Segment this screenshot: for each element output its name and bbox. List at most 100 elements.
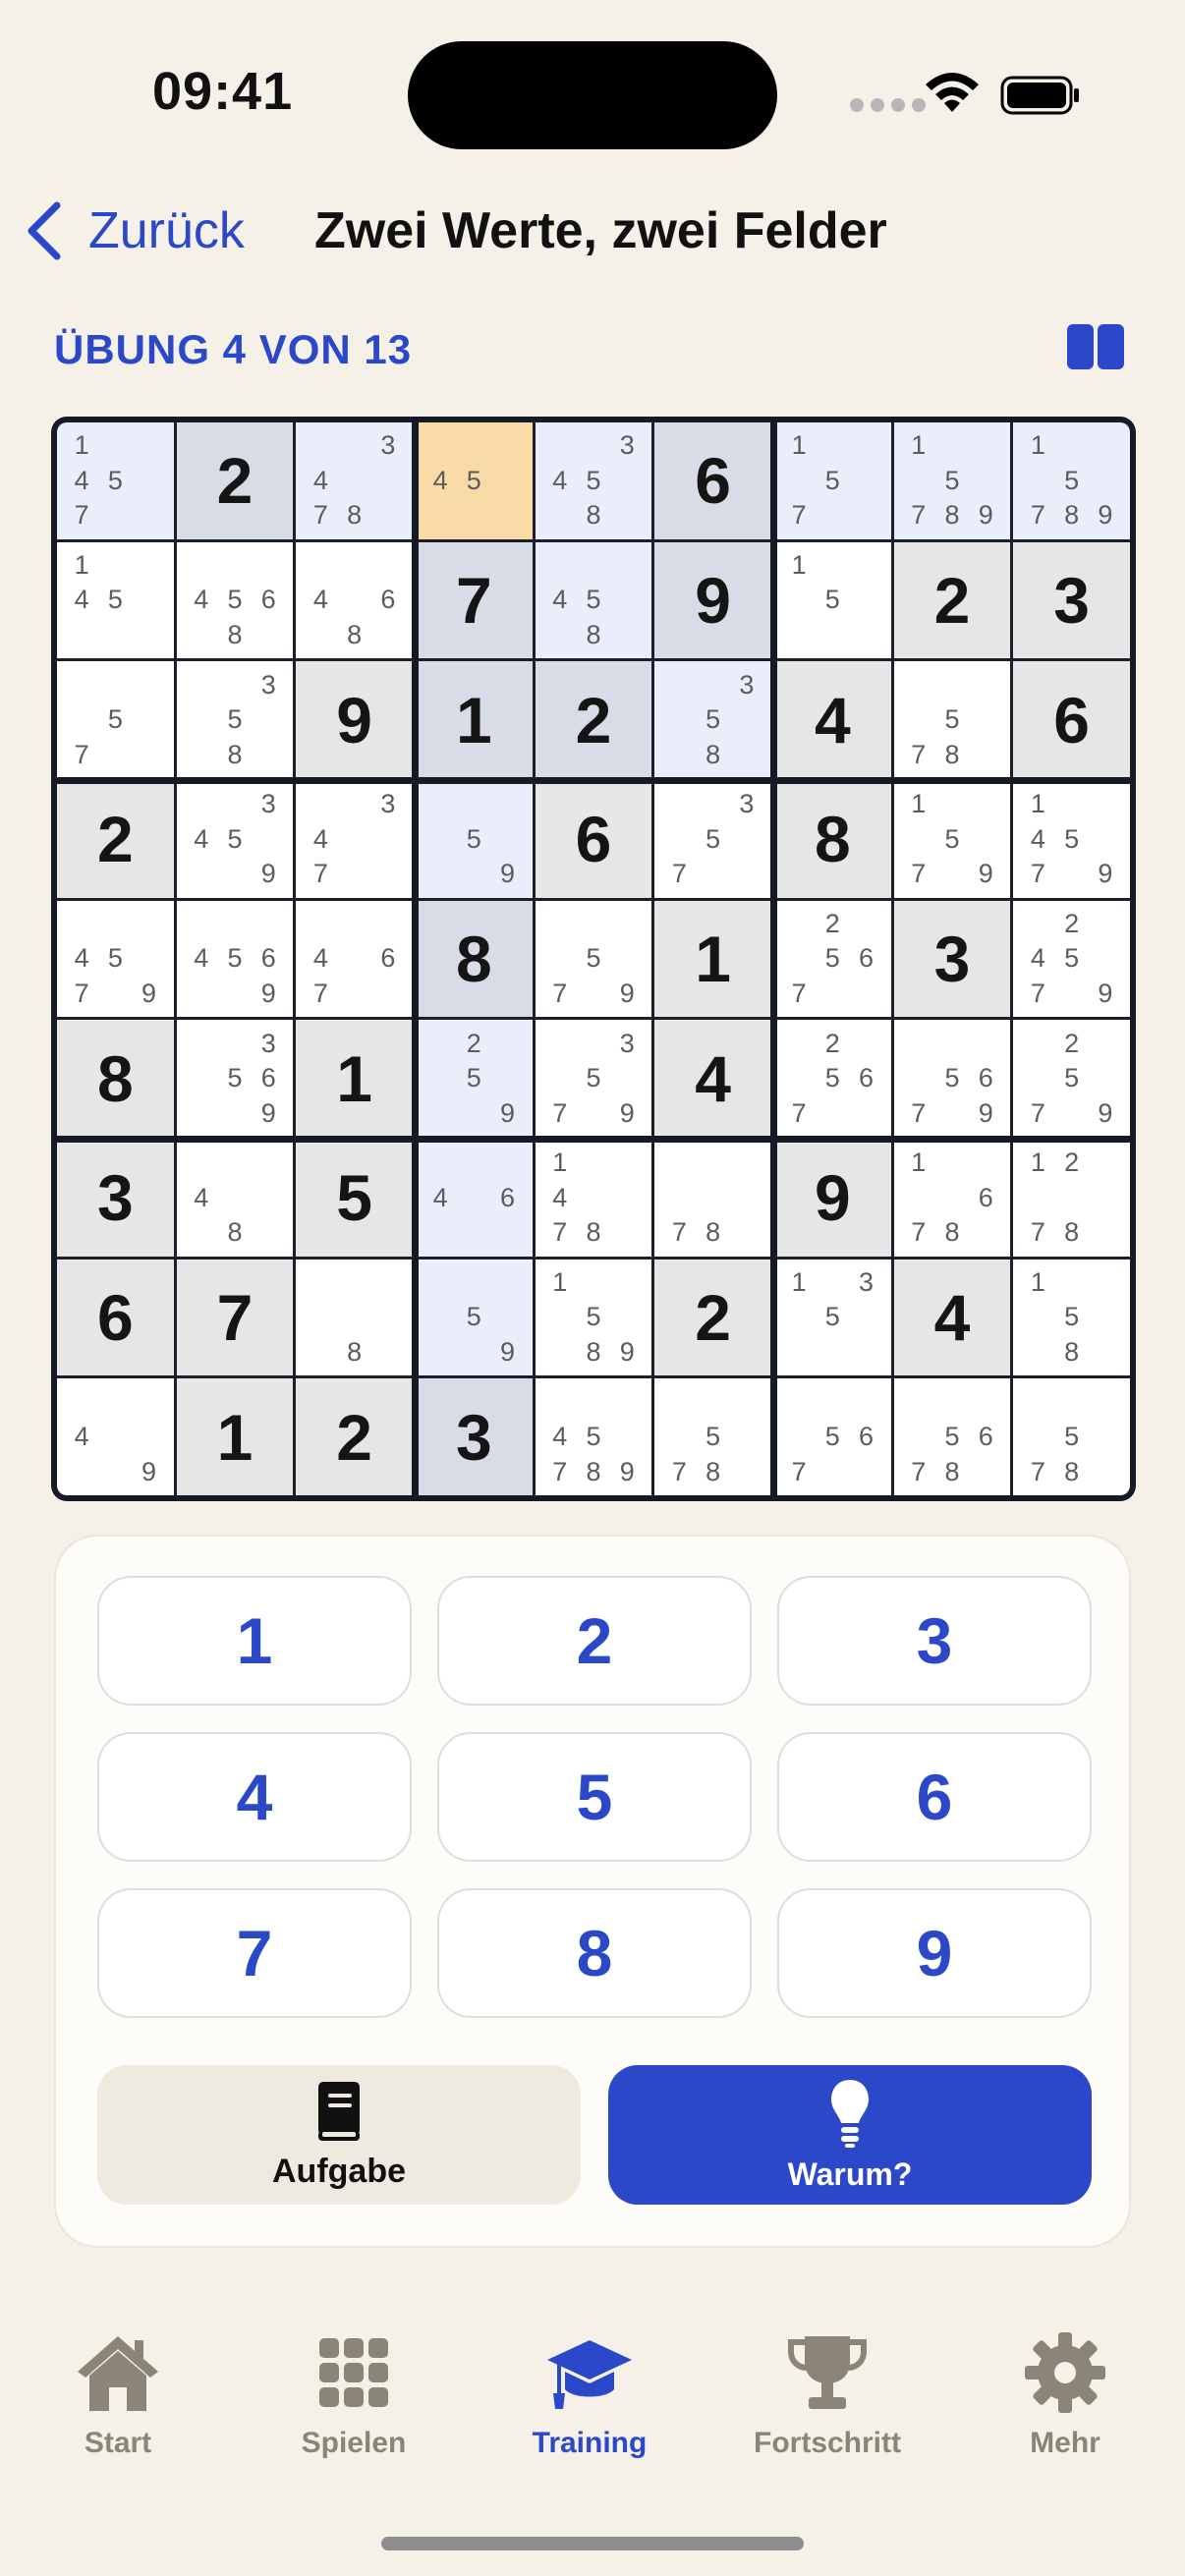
sudoku-cell-r4c7[interactable]: 8 — [773, 780, 891, 898]
sudoku-cell-r3c4[interactable]: 1 — [415, 661, 533, 778]
sudoku-cell-r7c2[interactable]: 48 — [176, 1139, 294, 1257]
sudoku-cell-r7c7[interactable]: 9 — [773, 1139, 891, 1257]
sudoku-cell-r2c6[interactable]: 9 — [654, 541, 771, 659]
digit-key-1[interactable]: 1 — [97, 1576, 412, 1706]
sudoku-cell-r1c4[interactable]: 45 — [415, 422, 533, 539]
sudoku-cell-r5c6[interactable]: 1 — [654, 900, 771, 1018]
sudoku-cell-r6c8[interactable]: 56 7 9 — [893, 1020, 1011, 1137]
sudoku-cell-r7c8[interactable]: 1678 — [893, 1139, 1011, 1257]
sudoku-cell-r3c1[interactable]: 57 — [57, 661, 174, 778]
sudoku-cell-r4c9[interactable]: 1 457 9 — [1013, 780, 1130, 898]
sudoku-cell-r1c8[interactable]: 15789 — [893, 422, 1011, 539]
sudoku-cell-r5c4[interactable]: 8 — [415, 900, 533, 1018]
sudoku-cell-r1c7[interactable]: 157 — [773, 422, 891, 539]
sudoku-cell-r1c2[interactable]: 2 — [176, 422, 294, 539]
sudoku-cell-r2c9[interactable]: 3 — [1013, 541, 1130, 659]
sudoku-cell-r9c2[interactable]: 1 — [176, 1378, 294, 1495]
sudoku-cell-r6c1[interactable]: 8 — [57, 1020, 174, 1137]
sudoku-cell-r7c5[interactable]: 1 4 78 — [535, 1139, 652, 1257]
sudoku-cell-r4c4[interactable]: 59 — [415, 780, 533, 898]
sudoku-cell-r3c2[interactable]: 35 8 — [176, 661, 294, 778]
tab-mehr[interactable]: Mehr — [967, 2328, 1163, 2460]
why-button[interactable]: Warum? — [608, 2065, 1092, 2205]
sudoku-cell-r4c5[interactable]: 6 — [535, 780, 652, 898]
sudoku-cell-r2c1[interactable]: 1 45 — [57, 541, 174, 659]
digit-key-3[interactable]: 3 — [777, 1576, 1092, 1706]
sudoku-cell-r9c4[interactable]: 3 — [415, 1378, 533, 1495]
sudoku-cell-r8c7[interactable]: 1 35 — [773, 1259, 891, 1376]
sudoku-cell-r4c6[interactable]: 357 — [654, 780, 771, 898]
split-view-icon[interactable] — [1067, 324, 1124, 369]
sudoku-cell-r8c3[interactable]: 8 — [296, 1259, 413, 1376]
sudoku-cell-r5c9[interactable]: 2457 9 — [1013, 900, 1130, 1018]
sudoku-cell-r3c3[interactable]: 9 — [296, 661, 413, 778]
digit-key-8[interactable]: 8 — [437, 1888, 752, 2018]
sudoku-cell-r6c9[interactable]: 2 57 9 — [1013, 1020, 1130, 1137]
digit-key-9[interactable]: 9 — [777, 1888, 1092, 2018]
sudoku-cell-r9c1[interactable]: 49 — [57, 1378, 174, 1495]
back-button[interactable]: Zurück — [24, 196, 245, 265]
sudoku-cell-r4c8[interactable]: 1579 — [893, 780, 1011, 898]
tab-fortschritt[interactable]: Fortschritt — [729, 2328, 926, 2460]
sudoku-cell-r5c5[interactable]: 57 9 — [535, 900, 652, 1018]
sudoku-cell-r1c5[interactable]: 3 45 8 — [535, 422, 652, 539]
sudoku-cell-r6c2[interactable]: 356 9 — [176, 1020, 294, 1137]
sudoku-cell-r5c3[interactable]: 4 6 7 — [296, 900, 413, 1018]
sudoku-cell-r4c2[interactable]: 3 459 — [176, 780, 294, 898]
sudoku-cell-r9c6[interactable]: 578 — [654, 1378, 771, 1495]
sudoku-cell-r8c1[interactable]: 6 — [57, 1259, 174, 1376]
sudoku-cell-r7c9[interactable]: 12 78 — [1013, 1139, 1130, 1257]
sudoku-cell-r5c8[interactable]: 3 — [893, 900, 1011, 1018]
sudoku-cell-r5c2[interactable]: 456 9 — [176, 900, 294, 1018]
sudoku-cell-r8c2[interactable]: 7 — [176, 1259, 294, 1376]
sudoku-cell-r2c8[interactable]: 2 — [893, 541, 1011, 659]
sudoku-cell-r1c1[interactable]: 1 457 — [57, 422, 174, 539]
sudoku-cell-r9c5[interactable]: 45789 — [535, 1378, 652, 1495]
sudoku-cell-r7c3[interactable]: 5 — [296, 1139, 413, 1257]
digit-key-7[interactable]: 7 — [97, 1888, 412, 2018]
sudoku-cell-r4c3[interactable]: 3 4 7 — [296, 780, 413, 898]
tab-spielen[interactable]: Spielen — [255, 2328, 452, 2460]
tab-training[interactable]: Training — [491, 2328, 688, 2460]
sudoku-cell-r3c6[interactable]: 35 8 — [654, 661, 771, 778]
sudoku-cell-r8c4[interactable]: 59 — [415, 1259, 533, 1376]
sudoku-cell-r1c3[interactable]: 3 4 78 — [296, 422, 413, 539]
sudoku-cell-r5c1[interactable]: 457 9 — [57, 900, 174, 1018]
sudoku-cell-r3c7[interactable]: 4 — [773, 661, 891, 778]
candidate-7 — [782, 1335, 816, 1371]
sudoku-cell-r6c6[interactable]: 4 — [654, 1020, 771, 1137]
sudoku-cell-r3c8[interactable]: 578 — [893, 661, 1011, 778]
digit-key-2[interactable]: 2 — [437, 1576, 752, 1706]
sudoku-cell-r6c3[interactable]: 1 — [296, 1020, 413, 1137]
sudoku-cell-r2c3[interactable]: 4 68 — [296, 541, 413, 659]
sudoku-cell-r2c4[interactable]: 7 — [415, 541, 533, 659]
sudoku-cell-r2c7[interactable]: 15 — [773, 541, 891, 659]
sudoku-cell-r9c3[interactable]: 2 — [296, 1378, 413, 1495]
sudoku-cell-r5c7[interactable]: 2 56 7 — [773, 900, 891, 1018]
sudoku-cell-r2c2[interactable]: 4568 — [176, 541, 294, 659]
sudoku-cell-r4c1[interactable]: 2 — [57, 780, 174, 898]
sudoku-cell-r1c9[interactable]: 15789 — [1013, 422, 1130, 539]
tab-start[interactable]: Start — [20, 2328, 216, 2460]
sudoku-cell-r6c7[interactable]: 2 56 7 — [773, 1020, 891, 1137]
sudoku-cell-r1c6[interactable]: 6 — [654, 422, 771, 539]
sudoku-cell-r6c4[interactable]: 2 59 — [415, 1020, 533, 1137]
sudoku-cell-r3c9[interactable]: 6 — [1013, 661, 1130, 778]
digit-key-4[interactable]: 4 — [97, 1732, 412, 1862]
sudoku-cell-r7c1[interactable]: 3 — [57, 1139, 174, 1257]
digit-key-6[interactable]: 6 — [777, 1732, 1092, 1862]
sudoku-cell-r8c9[interactable]: 15 8 — [1013, 1259, 1130, 1376]
sudoku-cell-r9c8[interactable]: 56 78 — [893, 1378, 1011, 1495]
sudoku-cell-r8c6[interactable]: 2 — [654, 1259, 771, 1376]
sudoku-cell-r7c6[interactable]: 78 — [654, 1139, 771, 1257]
sudoku-cell-r7c4[interactable]: 46 — [415, 1139, 533, 1257]
sudoku-cell-r8c5[interactable]: 1589 — [535, 1259, 652, 1376]
task-button[interactable]: Aufgabe — [97, 2065, 581, 2205]
digit-key-5[interactable]: 5 — [437, 1732, 752, 1862]
sudoku-cell-r9c7[interactable]: 56 7 — [773, 1378, 891, 1495]
sudoku-cell-r2c5[interactable]: 45 8 — [535, 541, 652, 659]
sudoku-cell-r9c9[interactable]: 578 — [1013, 1378, 1130, 1495]
sudoku-cell-r6c5[interactable]: 357 9 — [535, 1020, 652, 1137]
sudoku-cell-r3c5[interactable]: 2 — [535, 661, 652, 778]
sudoku-cell-r8c8[interactable]: 4 — [893, 1259, 1011, 1376]
